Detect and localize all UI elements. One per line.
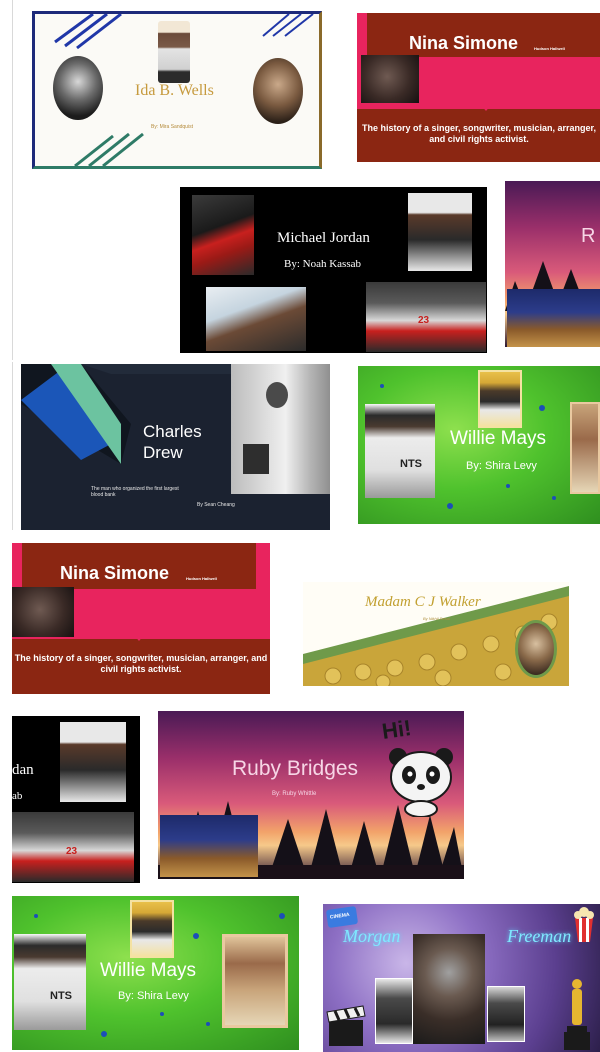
dunk-photo — [192, 195, 254, 275]
portrait-photo-bat — [60, 722, 126, 802]
slide-card-willie-mays-2[interactable]: NTS Willie Mays By: Shira Levy — [12, 896, 299, 1050]
jersey-number: 23 — [66, 846, 78, 857]
author-tag: Hudson Hallwell — [186, 576, 217, 581]
slide-card-ruby-bridges-partial[interactable]: R — [505, 181, 600, 347]
slide-card-nina-simone-2[interactable]: Nina Simone Hudson Hallwell The history … — [12, 543, 270, 694]
portrait-photo-center — [413, 934, 485, 1044]
slide-title-line2: Drew — [143, 443, 183, 462]
portrait-photo-left — [53, 56, 103, 120]
microscope-shape — [243, 444, 269, 474]
pointer-triangle — [481, 105, 491, 111]
slide-byline: By Sean Cheang — [197, 502, 235, 508]
illustrated-avatar — [158, 21, 190, 83]
pointer-triangle — [134, 635, 144, 641]
scientist-head — [266, 382, 288, 408]
paint-splatter — [34, 913, 285, 1037]
slide-title: Madam C J Walker — [365, 594, 481, 610]
slide-card-charles-drew[interactable]: Charles Drew The man who organized the f… — [21, 364, 330, 530]
author-tag: Hudson Hallwell — [534, 46, 565, 51]
page-divider-left — [12, 0, 13, 360]
slide-description: The history of a singer, songwriter, mus… — [14, 653, 268, 674]
slide-byline: By: Mira Sandquist — [151, 124, 193, 130]
slide-card-ida-b-wells[interactable]: Ida B. Wells By: Mira Sandquist — [32, 11, 322, 169]
slide-byline: By: Noah Kassab — [284, 258, 361, 270]
portrait-photo-right — [253, 58, 303, 124]
hi-text: Hi! — [380, 715, 413, 744]
slide-subtitle: The man who organized the first largest … — [91, 486, 179, 498]
podium-photo — [507, 289, 600, 347]
slide-card-morgan-freeman[interactable]: CINEMA Morgan Freeman — [323, 904, 600, 1052]
slide-title: Nina Simone — [409, 33, 519, 53]
slide-title: Michael Jordan — [277, 230, 370, 246]
nina-photo — [12, 587, 74, 637]
paint-splatter — [380, 384, 556, 509]
portrait-photo-bat — [408, 193, 472, 271]
popcorn-icon — [574, 907, 594, 942]
podium-photo — [160, 815, 258, 877]
oscar-statue-icon — [564, 979, 590, 1050]
slide-card-willie-mays[interactable]: NTS Willie Mays By: Shira Levy — [358, 366, 600, 524]
slide-card-michael-jordan[interactable]: Michael Jordan By: Noah Kassab 23 — [180, 187, 487, 353]
clapperboard-icon — [326, 1005, 366, 1046]
slide-title-line1: Charles — [143, 422, 202, 441]
slide-title-left: Morgan — [343, 926, 401, 946]
slide-title: Nina Simone — [60, 563, 170, 583]
slide-card-madam-cj-walker[interactable]: Madam C J Walker By Nikhil Desai — [303, 582, 569, 686]
jersey-number: 23 — [418, 315, 430, 326]
cinema-ticket-icon: CINEMA — [325, 906, 359, 928]
slide-title: Ruby Bridges — [232, 757, 359, 780]
slide-byline: By Nikhil Desai — [423, 616, 450, 621]
page-divider-mid — [12, 362, 13, 530]
walker-portrait — [515, 620, 557, 678]
nina-photo — [361, 55, 419, 103]
slide-description: The history of a singer, songwriter, mus… — [361, 123, 597, 144]
slide-card-michael-jordan-partial[interactable]: dan ab 23 — [12, 716, 140, 883]
slide-title: Ida B. Wells — [135, 82, 214, 99]
ticket-label: CINEMA — [329, 911, 350, 921]
slide-card-ruby-bridges[interactable]: Ruby Bridges By: Ruby Whittle Hi! — [158, 711, 464, 879]
slide-title-right: Freeman — [507, 926, 572, 946]
portrait-photo-left — [375, 978, 413, 1044]
slide-byline-fragment: ab — [12, 790, 23, 802]
slide-card-nina-simone[interactable]: Nina Simone Hudson Hallwell The history … — [357, 13, 600, 162]
slide-title-fragment: R — [581, 225, 596, 247]
slide-title-fragment: dan — [12, 762, 34, 778]
portrait-photo-right — [487, 986, 525, 1042]
drinking-photo — [206, 287, 306, 351]
